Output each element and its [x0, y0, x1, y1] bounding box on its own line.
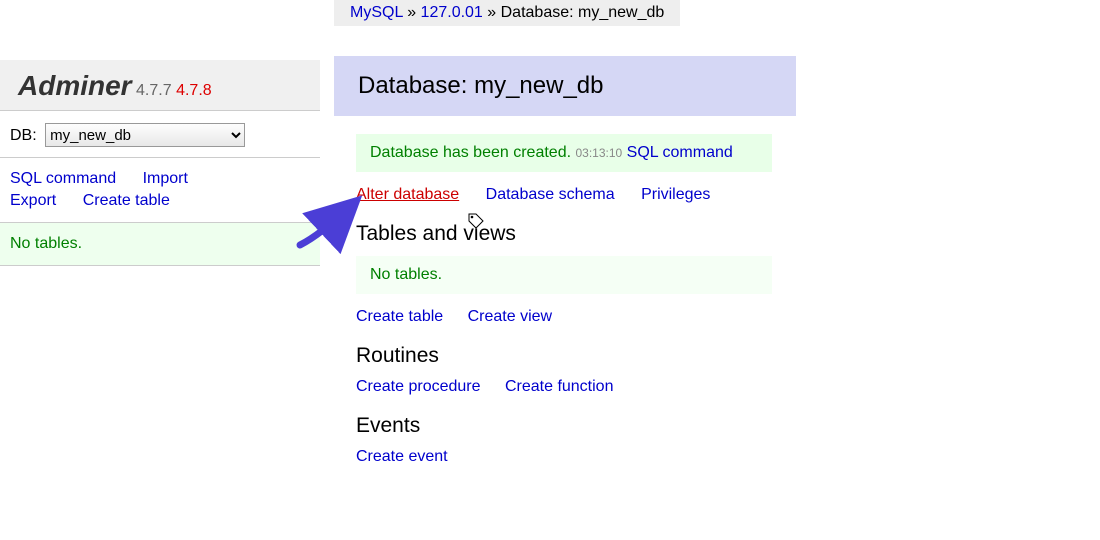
- brand-title: Adminer: [18, 70, 132, 101]
- sidebar-links: SQL command Import Export Create table: [0, 158, 320, 223]
- breadcrumb-db-name: my_new_db: [578, 4, 664, 21]
- breadcrumb-sep2: »: [487, 4, 500, 21]
- create-view-link[interactable]: Create view: [468, 308, 552, 325]
- tables-heading: Tables and views: [356, 222, 1054, 246]
- routines-links: Create procedure Create function: [356, 378, 1054, 396]
- db-select-row: DB: my_new_db: [0, 111, 320, 158]
- alter-database-link[interactable]: Alter database: [356, 186, 459, 203]
- privileges-link[interactable]: Privileges: [641, 186, 710, 203]
- sidebar-link-export[interactable]: Export: [10, 190, 56, 212]
- create-table-link[interactable]: Create table: [356, 308, 443, 325]
- events-links: Create event: [356, 448, 1054, 466]
- brand-version: 4.7.7: [136, 82, 172, 99]
- flash-sql-command-link[interactable]: SQL command: [627, 144, 733, 161]
- flash-time: 03:13:10: [575, 146, 622, 160]
- create-procedure-link[interactable]: Create procedure: [356, 378, 481, 395]
- db-actions: Alter database Database schema Privilege…: [356, 186, 1054, 204]
- breadcrumb-sep1: »: [407, 4, 420, 21]
- flash-text: Database has been created.: [370, 144, 571, 161]
- sidebar-link-sql-command[interactable]: SQL command: [10, 168, 116, 190]
- breadcrumb-driver[interactable]: MySQL: [350, 4, 403, 21]
- db-label: DB:: [10, 127, 37, 144]
- create-function-link[interactable]: Create function: [505, 378, 614, 395]
- sidebar-no-tables: No tables.: [0, 223, 320, 266]
- breadcrumb-db-prefix: Database:: [501, 4, 578, 21]
- routines-heading: Routines: [356, 344, 1054, 368]
- main: MySQL » 127.0.01 » Database: my_new_db D…: [334, 0, 1054, 484]
- breadcrumb-host[interactable]: 127.0.01: [421, 4, 483, 21]
- brand-new-version[interactable]: 4.7.8: [176, 82, 212, 99]
- flash-message: Database has been created. 03:13:10 SQL …: [356, 134, 772, 172]
- sidebar-link-import[interactable]: Import: [143, 168, 188, 190]
- tables-links: Create table Create view: [356, 308, 1054, 326]
- sidebar-link-create-table[interactable]: Create table: [83, 190, 170, 212]
- database-schema-link[interactable]: Database schema: [486, 186, 615, 203]
- create-event-link[interactable]: Create event: [356, 448, 448, 465]
- breadcrumb: MySQL » 127.0.01 » Database: my_new_db: [334, 0, 680, 26]
- brand-bar: Adminer 4.7.7 4.7.8: [0, 60, 320, 111]
- events-heading: Events: [356, 414, 1054, 438]
- db-select[interactable]: my_new_db: [45, 123, 245, 147]
- no-tables-message: No tables.: [356, 256, 772, 294]
- sidebar: Adminer 4.7.7 4.7.8 DB: my_new_db SQL co…: [0, 0, 320, 266]
- page-title: Database: my_new_db: [334, 56, 796, 116]
